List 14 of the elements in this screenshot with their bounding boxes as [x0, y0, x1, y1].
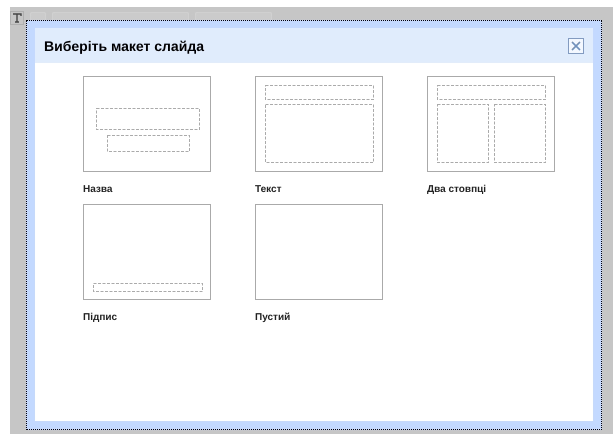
- layout-label: Пустий: [255, 312, 292, 323]
- close-icon[interactable]: [571, 40, 581, 50]
- layout-thumbnail[interactable]: [83, 204, 211, 300]
- layout-label: Назва: [83, 184, 114, 195]
- layout-thumbnail[interactable]: [255, 76, 383, 172]
- layout-label: Підпис: [83, 312, 118, 323]
- layout-thumbnail[interactable]: [427, 76, 555, 172]
- layout-label: Текст: [255, 184, 283, 195]
- layout-label: Два стовпці: [427, 184, 488, 195]
- layout-thumbnail[interactable]: [83, 76, 211, 172]
- dialog-title: Виберіть макет слайда: [44, 38, 204, 54]
- text-tool-icon[interactable]: [10, 11, 24, 25]
- close-button[interactable]: [568, 38, 584, 54]
- layout-thumbnail[interactable]: [255, 204, 383, 300]
